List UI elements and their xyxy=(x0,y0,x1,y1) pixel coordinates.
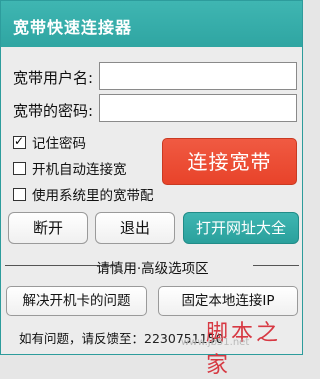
title-bar[interactable]: 宽带快速连接器 xyxy=(1,1,302,47)
checkbox-box[interactable] xyxy=(13,188,26,201)
fix-boot-button[interactable]: 解决开机卡的问题 xyxy=(6,286,147,316)
remember-password-label: 记住密码 xyxy=(32,136,86,152)
window-title: 宽带快速连接器 xyxy=(13,18,133,37)
username-label: 宽带用户名: xyxy=(13,69,94,87)
check-icon: ✓ xyxy=(14,134,25,148)
exit-button[interactable]: 退出 xyxy=(95,212,175,244)
username-field[interactable] xyxy=(99,62,297,90)
system-config-checkbox[interactable]: 使用系统里的宽带配 xyxy=(13,184,154,204)
checkbox-box[interactable] xyxy=(13,162,26,175)
autostart-label: 开机自动连接宽 xyxy=(32,162,127,178)
watermark-url: www.jb51.net xyxy=(181,337,250,348)
password-field[interactable] xyxy=(99,94,297,122)
username-input[interactable] xyxy=(100,63,296,89)
checkbox-box[interactable]: ✓ xyxy=(13,134,26,149)
remember-password-checkbox[interactable]: ✓ 记住密码 xyxy=(13,132,86,152)
autostart-checkbox[interactable]: 开机自动连接宽 xyxy=(13,158,127,178)
footer-text: 如有问题，请反馈至： xyxy=(19,331,145,346)
disconnect-button[interactable]: 断开 xyxy=(8,212,88,244)
advanced-section-title: 请慎用·高级选项区 xyxy=(96,261,209,277)
password-label: 宽带的密码: xyxy=(13,102,94,120)
app-window: 宽带快速连接器 宽带用户名: 宽带的密码: ✓ 记住密码 开机自动连接宽 使用系统… xyxy=(0,0,303,378)
divider-right xyxy=(253,265,299,266)
open-urls-button[interactable]: 打开网址大全 xyxy=(183,212,299,244)
fix-ip-button[interactable]: 固定本地连接IP xyxy=(158,286,298,316)
password-input[interactable] xyxy=(100,95,296,121)
connect-button[interactable]: 连接宽带 xyxy=(162,138,297,185)
system-config-label: 使用系统里的宽带配 xyxy=(32,188,154,204)
